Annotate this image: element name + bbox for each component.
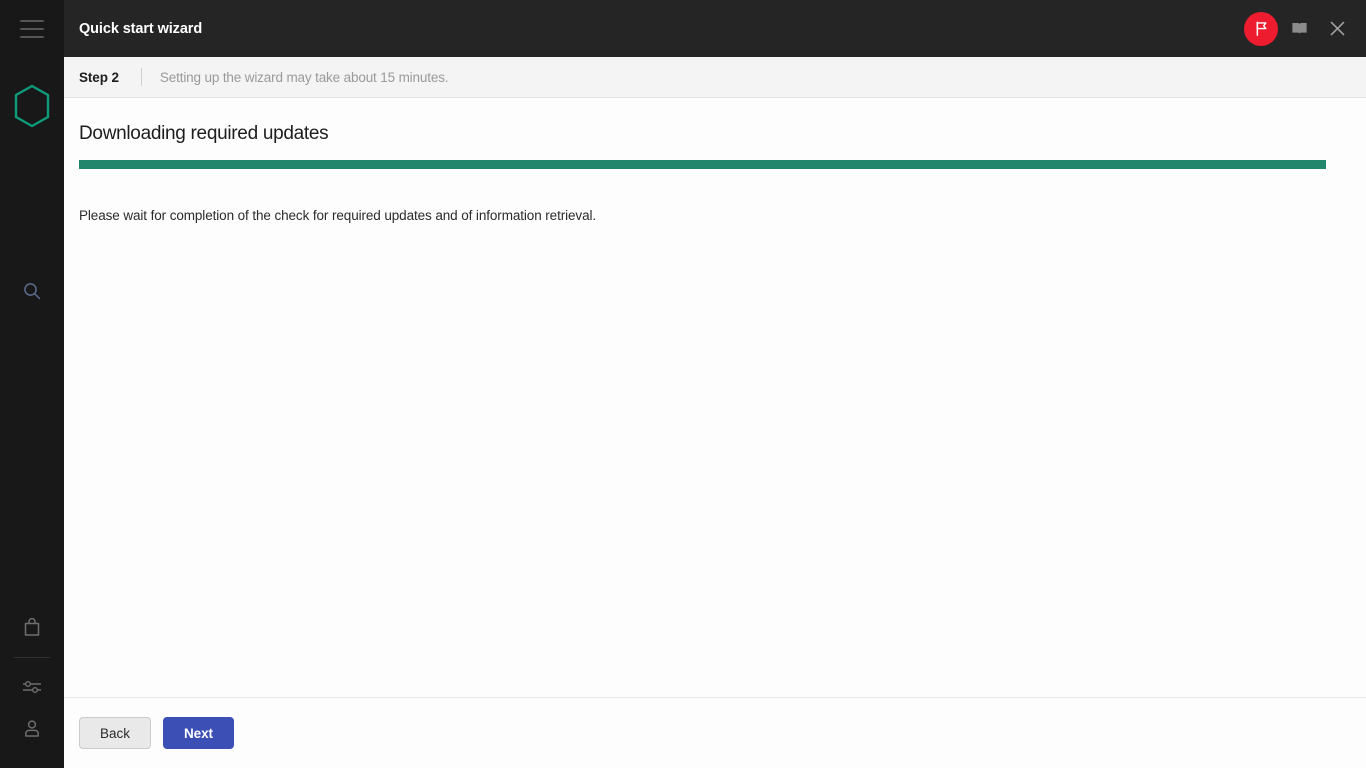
left-sidebar bbox=[0, 0, 64, 768]
step-bar: Step 2 Setting up the wizard may take ab… bbox=[64, 57, 1366, 98]
next-button[interactable]: Next bbox=[163, 717, 234, 749]
wizard-window: Quick start wizard Step 2 Setting up the… bbox=[0, 0, 1366, 768]
hamburger-bar bbox=[20, 20, 44, 22]
bag-icon bbox=[24, 617, 40, 636]
close-button[interactable] bbox=[1320, 12, 1354, 46]
flag-icon bbox=[1256, 21, 1267, 36]
main-panel: Quick start wizard Step 2 Setting up the… bbox=[64, 0, 1366, 768]
sidebar-item-account[interactable] bbox=[0, 711, 64, 745]
download-progress-bar bbox=[79, 160, 1326, 169]
step-hint-text: Setting up the wizard may take about 15 … bbox=[159, 69, 449, 85]
back-button[interactable]: Back bbox=[79, 717, 152, 749]
content-heading: Downloading required updates bbox=[79, 123, 329, 144]
sidebar-divider bbox=[14, 657, 50, 658]
page-title: Quick start wizard bbox=[79, 20, 203, 37]
content-message: Please wait for completion of the check … bbox=[79, 208, 597, 223]
close-icon bbox=[1330, 21, 1344, 36]
hamburger-menu-icon[interactable] bbox=[20, 20, 44, 38]
hamburger-bar bbox=[20, 36, 44, 38]
sidebar-item-products[interactable] bbox=[0, 610, 64, 644]
flag-badge-button[interactable] bbox=[1244, 11, 1278, 46]
user-icon bbox=[25, 719, 39, 737]
sliders-icon bbox=[23, 680, 41, 693]
step-separator bbox=[140, 68, 142, 86]
titlebar-actions bbox=[1244, 0, 1354, 57]
footer-actions: Back Next bbox=[64, 698, 1366, 768]
progress-fill bbox=[79, 160, 1326, 169]
help-book-button[interactable] bbox=[1282, 12, 1316, 46]
book-icon bbox=[1291, 22, 1307, 35]
search-icon bbox=[24, 283, 41, 300]
window-titlebar: Quick start wizard bbox=[64, 0, 1366, 57]
hexagon-logo-icon bbox=[13, 84, 51, 128]
step-number-label: Step 2 bbox=[79, 69, 119, 85]
sidebar-item-search[interactable] bbox=[0, 274, 64, 308]
hamburger-bar bbox=[20, 28, 44, 30]
content-area: Downloading required updates Please wait… bbox=[64, 98, 1366, 698]
sidebar-item-settings[interactable] bbox=[0, 670, 64, 704]
